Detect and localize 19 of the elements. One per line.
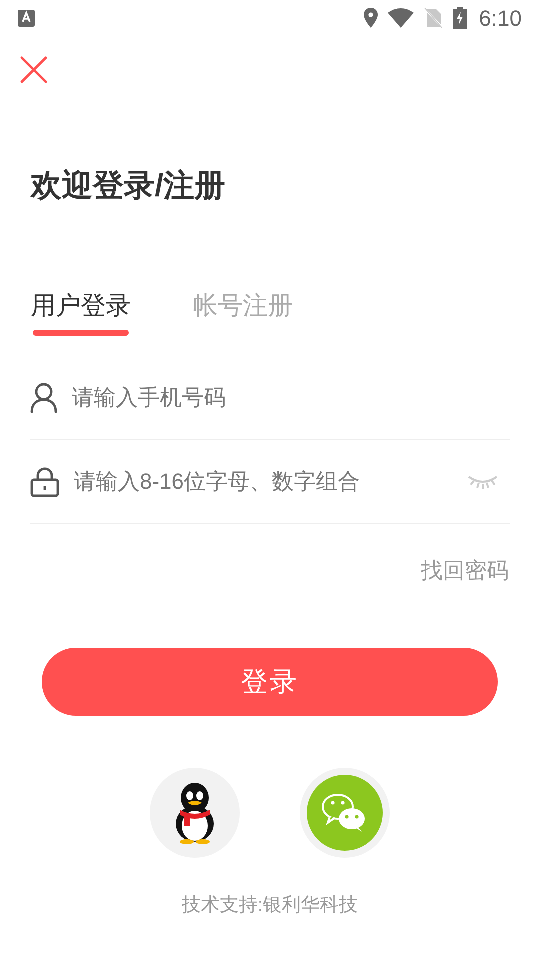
person-icon — [30, 382, 58, 412]
keyboard-notification-icon — [18, 10, 35, 26]
lock-icon — [30, 466, 60, 496]
forgot-password-link[interactable]: 找回密码 — [421, 556, 509, 586]
phone-field[interactable]: 请输入手机号码 — [72, 381, 510, 414]
tab[interactable]: 帐号注册 — [193, 290, 293, 336]
page-title: 欢迎登录/注册 — [31, 167, 227, 205]
qq-login-button[interactable] — [150, 768, 240, 858]
battery-charging-icon — [453, 7, 468, 29]
close-icon[interactable] — [20, 56, 48, 84]
tab[interactable]: 用户登录 — [31, 290, 131, 336]
no-sim-icon — [424, 8, 444, 28]
footer-text: 技术支持:银利华科技 — [182, 894, 358, 918]
wifi-icon — [388, 8, 414, 28]
clock-time: 6:10 — [479, 4, 522, 32]
wechat-login-button[interactable] — [300, 768, 390, 858]
password-field[interactable]: 请输入8-16位字母、数字组合 — [74, 465, 454, 498]
location-icon — [364, 8, 378, 28]
login-button[interactable]: 登录 — [42, 648, 498, 716]
